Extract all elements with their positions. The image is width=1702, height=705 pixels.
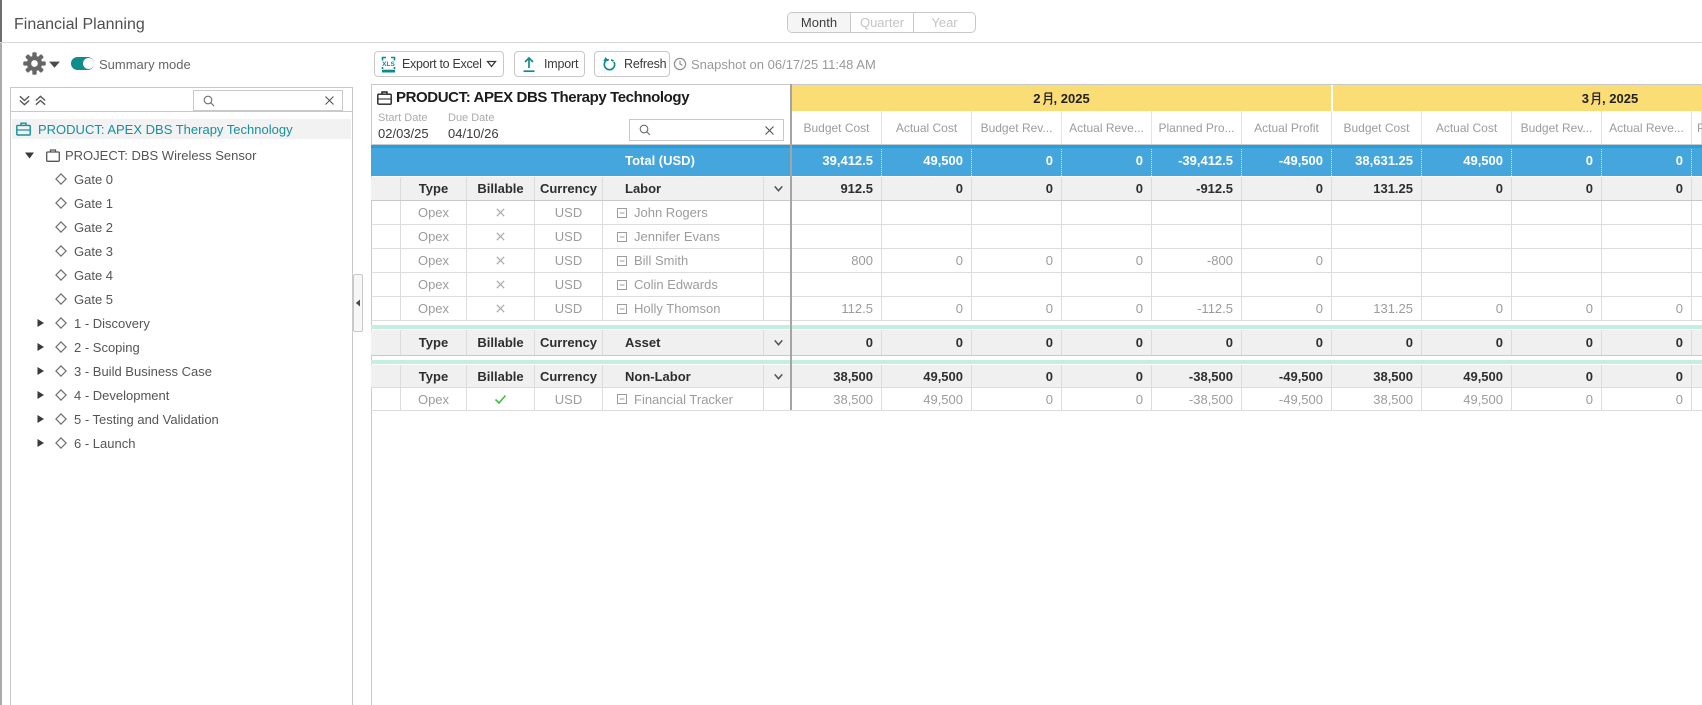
svg-text:XLS: XLS <box>382 60 395 67</box>
